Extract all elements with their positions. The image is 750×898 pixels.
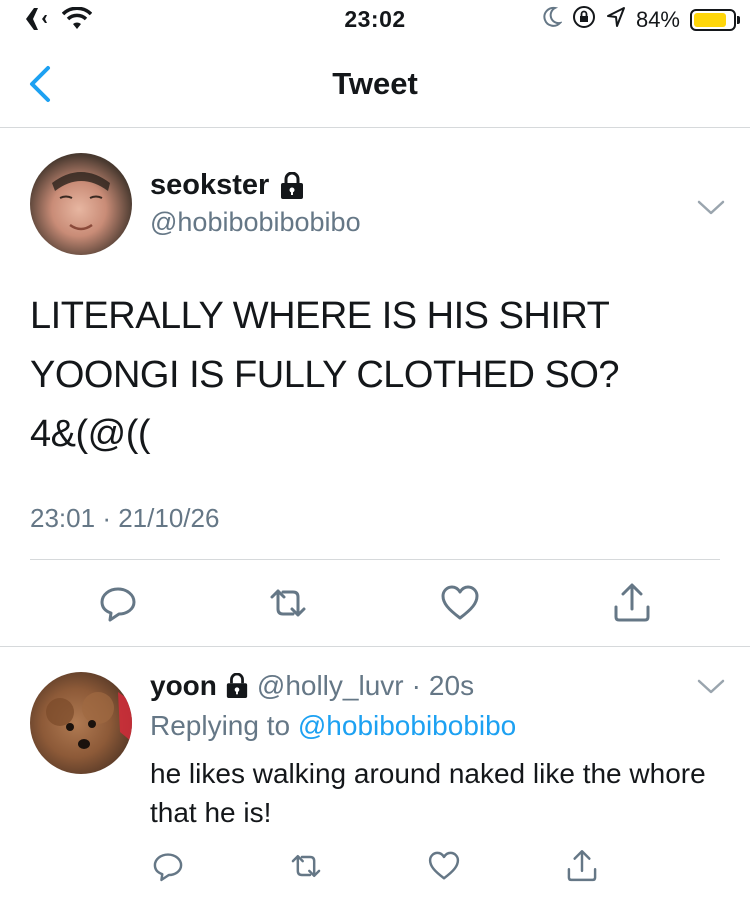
status-right: 84% — [542, 5, 740, 35]
battery-percent: 84% — [635, 7, 680, 32]
retweet-button[interactable] — [288, 848, 324, 884]
reply-header: yoon @holly_luvr · 20s — [150, 670, 474, 702]
meta-separator: · — [102, 503, 111, 533]
replying-to-link[interactable]: @hobibobibobibo — [298, 710, 516, 741]
retweet-icon — [270, 589, 306, 617]
author-handle[interactable]: @hobibobibobibo — [150, 207, 361, 238]
reply-avatar[interactable] — [30, 672, 132, 774]
tweet-text-line: YOONGI IS FULLY CLOTHED SO? — [30, 354, 620, 396]
retweet-icon — [291, 854, 321, 878]
author-name[interactable]: seokster — [150, 169, 305, 202]
like-icon — [428, 851, 460, 880]
chevron-down-icon — [697, 200, 725, 215]
tweet-options-button[interactable] — [696, 197, 726, 219]
reply-icon — [153, 853, 183, 882]
back-button[interactable] — [22, 62, 62, 106]
tweet-time: 23:01 — [30, 503, 96, 533]
share-icon — [567, 850, 597, 882]
reply-author-handle[interactable]: @holly_luvr — [257, 670, 404, 702]
dog-avatar-icon — [46, 692, 132, 749]
reply-author-name[interactable]: yoon — [150, 670, 217, 702]
battery-level — [694, 13, 726, 27]
chevron-down-icon — [697, 679, 725, 694]
share-icon — [614, 583, 650, 622]
orientation-lock-icon — [572, 5, 596, 35]
status-bar: 23:02 84% — [0, 0, 750, 40]
main-tweet: seokster @hobibobibobibo LITERALLY WHERE… — [0, 129, 750, 647]
share-button[interactable] — [610, 581, 654, 625]
author-name-text[interactable]: seokster — [150, 169, 269, 202]
nav-bar: Tweet — [0, 40, 750, 128]
reply-icon — [100, 587, 136, 622]
like-button[interactable] — [438, 581, 482, 625]
reply-tweet[interactable]: yoon @holly_luvr · 20s Replying to @hobi… — [0, 648, 750, 898]
lock-icon — [281, 171, 304, 199]
retweet-button[interactable] — [266, 581, 310, 625]
reply-separator: · — [411, 670, 421, 701]
replying-to: Replying to @hobibobibobibo — [150, 710, 516, 742]
moon-icon — [542, 6, 563, 34]
tweet-timestamp[interactable]: 23:01 · 21/10/26 — [30, 503, 219, 534]
like-button[interactable] — [426, 848, 462, 884]
divider — [30, 559, 720, 560]
share-button[interactable] — [564, 848, 600, 884]
reply-age: 20s — [428, 670, 475, 701]
location-icon — [606, 6, 626, 34]
reply-button[interactable] — [96, 581, 140, 625]
avatar[interactable] — [30, 153, 132, 255]
page-title: Tweet — [332, 66, 418, 101]
chevron-left-icon — [30, 66, 50, 102]
like-icon — [441, 585, 479, 620]
tweet-text: LITERALLY WHERE IS HIS SHIRT YOONGI IS F… — [30, 287, 720, 464]
tweet-text-line: LITERALLY WHERE IS HIS SHIRT — [30, 295, 610, 337]
lock-icon — [226, 673, 248, 698]
replying-prefix: Replying to — [150, 710, 298, 741]
avatar-face-icon — [52, 172, 110, 231]
reply-text: he likes walking around naked like the w… — [150, 758, 706, 828]
tweet-date: 21/10/26 — [118, 503, 220, 533]
reply-options-button[interactable] — [696, 676, 726, 698]
battery-icon — [690, 9, 740, 31]
tweet-text-line: 4&(@(( — [30, 413, 151, 455]
reply-button[interactable] — [150, 848, 186, 884]
